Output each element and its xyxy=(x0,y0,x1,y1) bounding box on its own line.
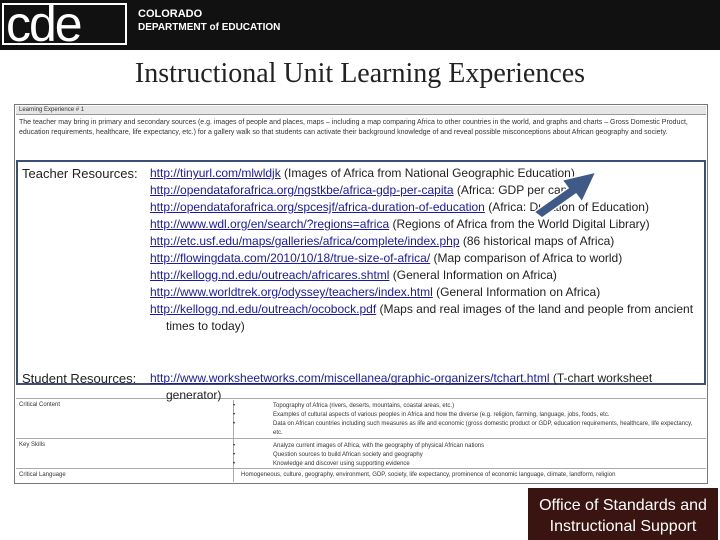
resource-link[interactable]: http://flowingdata.com/2010/10/18/true-s… xyxy=(150,251,430,265)
list-item: Examples of cultural aspects of various … xyxy=(233,411,701,420)
row-bullets: Topography of Africa (rivers, deserts, m… xyxy=(233,402,701,438)
experience-label: Learning Experience # 1 xyxy=(16,106,706,115)
list-item: Question sources to build African societ… xyxy=(233,451,701,460)
row-text: Homogeneous, culture, geography, environ… xyxy=(241,472,616,478)
resource-link[interactable]: http://kellogg.nd.edu/outreach/africares… xyxy=(150,268,389,282)
dept-line-1: COLORADO xyxy=(138,8,203,20)
resource-link[interactable]: http://kellogg.nd.edu/outreach/ocobock.p… xyxy=(150,302,376,316)
teacher-resource-list: http://tinyurl.com/mlwldjk (Images of Af… xyxy=(150,165,710,335)
resource-link[interactable]: http://www.wdl.org/en/search/?regions=af… xyxy=(150,217,389,231)
footer-line-2: Instructional Support xyxy=(549,518,697,535)
resource-item: http://tinyurl.com/mlwldjk (Images of Af… xyxy=(150,165,710,182)
slide-title: Instructional Unit Learning Experiences xyxy=(134,58,586,89)
resource-desc: (General Information on Africa) xyxy=(389,268,557,282)
dept-line-2: DEPARTMENT of EDUCATION xyxy=(138,22,281,33)
list-item: Analyze current images of Africa, with t… xyxy=(233,442,701,451)
row-label: Key Skills xyxy=(19,442,46,448)
row-label: Critical Language xyxy=(19,472,66,478)
resource-item: http://opendataforafrica.org/ngstkbe/afr… xyxy=(150,182,710,199)
resource-link[interactable]: http://www.worldtrek.org/odyssey/teacher… xyxy=(150,285,433,299)
table-row: Critical Content Topography of Africa (r… xyxy=(16,398,706,439)
footer-line-1: Office of Standards and xyxy=(539,497,707,514)
cde-header-bar: cde COLORADO DEPARTMENT of EDUCATION xyxy=(0,0,720,50)
resource-item: http://flowingdata.com/2010/10/18/true-s… xyxy=(150,250,710,267)
list-item: Data on African countries including such… xyxy=(233,420,701,438)
resource-link[interactable]: http://opendataforafrica.org/spcesjf/afr… xyxy=(150,200,485,214)
resource-link[interactable]: http://tinyurl.com/mlwldjk xyxy=(150,166,281,180)
row-bullets: Analyze current images of Africa, with t… xyxy=(233,442,701,469)
resource-item: http://www.wdl.org/en/search/?regions=af… xyxy=(150,216,710,233)
row-label: Critical Content xyxy=(19,402,61,408)
resource-item: http://kellogg.nd.edu/outreach/ocobock.p… xyxy=(150,301,710,335)
resource-item: http://etc.usf.edu/maps/galleries/africa… xyxy=(150,233,710,250)
resource-desc: (General Information on Africa) xyxy=(432,285,601,299)
student-resource-item: http://www.worksheetworks.com/miscellane… xyxy=(150,370,710,404)
pointer-arrow-icon xyxy=(532,170,598,218)
resource-desc: (Regions of Africa from the World Digita… xyxy=(389,217,650,231)
resource-item: http://kellogg.nd.edu/outreach/africares… xyxy=(150,267,710,284)
resource-item: http://www.worldtrek.org/odyssey/teacher… xyxy=(150,284,710,301)
footer-blank xyxy=(0,488,528,540)
experience-description: The teacher may bring in primary and sec… xyxy=(19,119,688,136)
cde-logo: cde xyxy=(6,0,83,52)
resource-desc: (Map comparison of Africa to world) xyxy=(430,251,623,265)
resource-desc: (86 historical maps of Africa) xyxy=(459,234,615,248)
table-row: Key Skills Analyze current images of Afr… xyxy=(16,438,706,469)
department-name: COLORADO DEPARTMENT of EDUCATION xyxy=(138,8,280,34)
resource-link[interactable]: http://www.worksheetworks.com/miscellane… xyxy=(150,371,549,385)
teacher-resources-label: Teacher Resources: xyxy=(22,166,138,181)
resource-link[interactable]: http://etc.usf.edu/maps/galleries/africa… xyxy=(150,234,460,248)
resource-link[interactable]: http://opendataforafrica.org/ngstkbe/afr… xyxy=(150,183,454,197)
resource-item: http://opendataforafrica.org/spcesjf/afr… xyxy=(150,199,710,216)
office-footer-text: Office of Standards and Instructional Su… xyxy=(528,495,718,537)
student-resources-label: Student Resources: xyxy=(22,371,137,386)
table-row: Critical Language Homogeneous, culture, … xyxy=(16,468,706,485)
